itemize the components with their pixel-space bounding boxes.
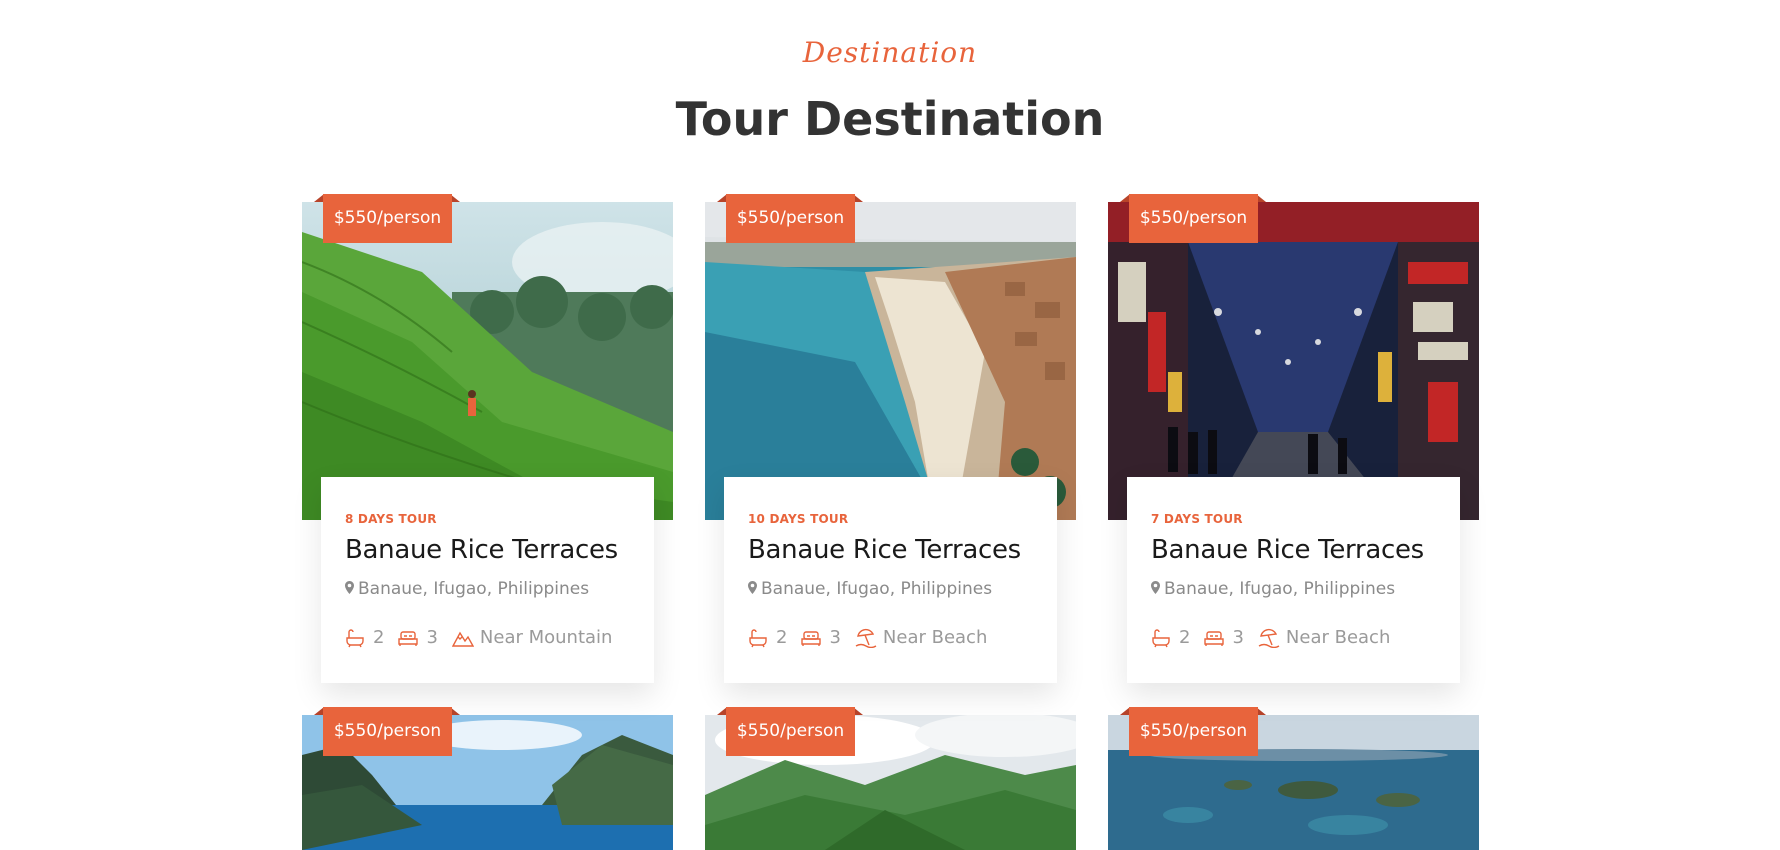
bathtub-icon (1151, 628, 1171, 648)
destination-location: Banaue, Ifugao, Philippines (345, 579, 589, 599)
tour-duration: 8 DAYS TOUR (345, 512, 437, 526)
price-tag: $550/person (1129, 707, 1258, 756)
destination-image[interactable] (705, 202, 1076, 520)
bathtub-icon (345, 628, 365, 648)
section-title: Tour Destination (675, 92, 1105, 146)
card-info: 7 DAYS TOUR Banaue Rice Terraces Banaue,… (1127, 477, 1460, 683)
map-pin-icon (1151, 579, 1160, 599)
destination-name[interactable]: Banaue Rice Terraces (748, 535, 1021, 565)
location-text: Banaue, Ifugao, Philippines (358, 579, 590, 599)
tour-duration: 7 DAYS TOUR (1151, 512, 1243, 526)
price-tag: $550/person (726, 707, 855, 756)
bed-count: 3 (426, 627, 438, 648)
destination-image[interactable] (302, 202, 673, 520)
nearby-feature: Near Beach (882, 627, 988, 648)
nearby-feature: Near Mountain (479, 627, 613, 648)
destination-image[interactable] (1108, 202, 1479, 520)
destination-name[interactable]: Banaue Rice Terraces (345, 535, 618, 565)
price-tag: $550/person (1129, 194, 1258, 243)
bed-count: 3 (829, 627, 841, 648)
price-tag: $550/person (323, 194, 452, 243)
price-tag: $550/person (323, 707, 452, 756)
amenities: 2 3 Near Mountain (345, 627, 626, 648)
destination-location: Banaue, Ifugao, Philippines (1151, 579, 1395, 599)
mountain-icon (451, 628, 475, 648)
section-subtitle: Destination (802, 36, 978, 69)
nearby-feature: Near Beach (1285, 627, 1391, 648)
location-text: Banaue, Ifugao, Philippines (761, 579, 993, 599)
bed-icon (801, 628, 822, 648)
destination-name[interactable]: Banaue Rice Terraces (1151, 535, 1424, 565)
location-text: Banaue, Ifugao, Philippines (1164, 579, 1396, 599)
bath-count: 2 (776, 627, 788, 648)
map-pin-icon (345, 579, 354, 599)
beach-icon (855, 628, 877, 648)
bed-icon (1204, 628, 1225, 648)
bath-count: 2 (1179, 627, 1191, 648)
map-pin-icon (748, 579, 757, 599)
amenities: 2 3 Near Beach (1151, 627, 1404, 648)
card-info: 10 DAYS TOUR Banaue Rice Terraces Banaue… (724, 477, 1057, 683)
amenities: 2 3 Near Beach (748, 627, 1001, 648)
destination-location: Banaue, Ifugao, Philippines (748, 579, 992, 599)
bathtub-icon (748, 628, 768, 648)
price-tag: $550/person (726, 194, 855, 243)
tour-duration: 10 DAYS TOUR (748, 512, 849, 526)
bath-count: 2 (373, 627, 385, 648)
card-info: 8 DAYS TOUR Banaue Rice Terraces Banaue,… (321, 477, 654, 683)
bed-icon (398, 628, 419, 648)
bed-count: 3 (1232, 627, 1244, 648)
beach-icon (1258, 628, 1280, 648)
